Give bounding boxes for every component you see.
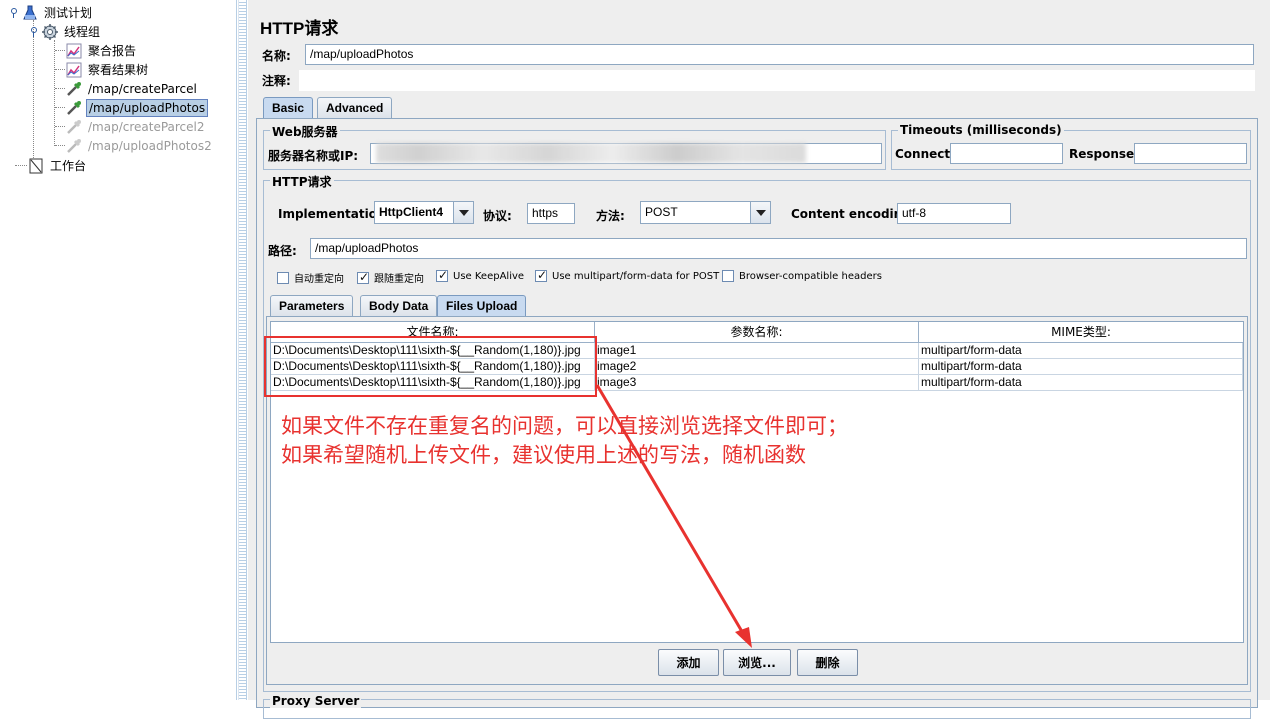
annotation-arrow — [595, 384, 752, 648]
arrow-head — [735, 627, 752, 648]
proxy-server-group: Proxy Server — [263, 694, 1251, 719]
arrow-shaft — [595, 384, 746, 636]
